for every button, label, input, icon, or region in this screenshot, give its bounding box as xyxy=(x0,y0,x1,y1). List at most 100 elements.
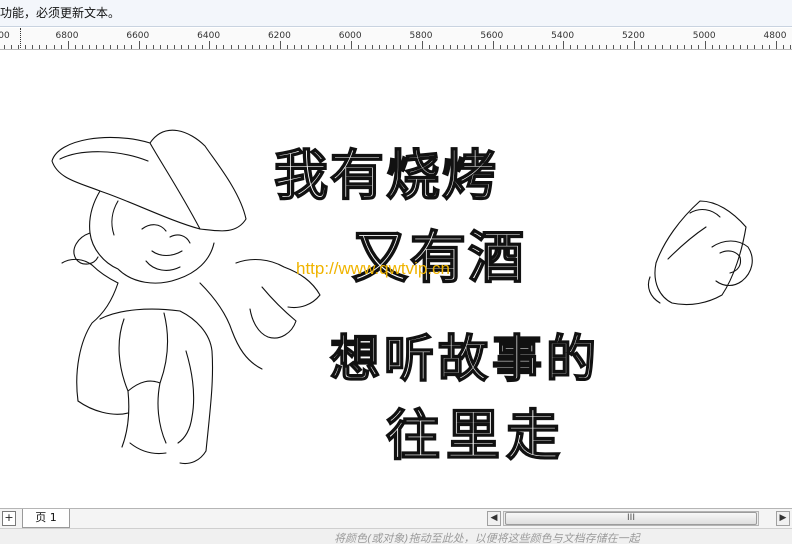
ruler-label: 5400 xyxy=(551,31,575,41)
ruler-tick xyxy=(393,45,395,49)
ruler-tick xyxy=(782,45,784,49)
ruler-tick xyxy=(563,41,565,49)
scroll-right-arrow-icon[interactable]: ▶ xyxy=(776,511,790,526)
ruler-tick xyxy=(542,45,544,49)
ruler-tick xyxy=(350,41,352,49)
ruler-tick xyxy=(110,45,112,49)
ruler-tick xyxy=(81,45,83,49)
ruler-tick xyxy=(641,45,643,49)
notice-text: 功能，必须更新文本。 xyxy=(0,6,121,20)
ruler-tick xyxy=(315,45,317,49)
ruler-tick xyxy=(407,45,409,49)
ruler-tick xyxy=(442,45,444,49)
ruler-tick xyxy=(39,45,41,49)
ruler-tick xyxy=(258,45,260,49)
page-tab-bar: + 页 1 ◀ III ▶ xyxy=(0,508,792,528)
ruler-tick xyxy=(570,45,572,49)
ruler-tick xyxy=(223,45,225,49)
ruler-tick xyxy=(294,45,296,49)
page-tab-1[interactable]: 页 1 xyxy=(22,509,70,528)
ruler-tick xyxy=(414,45,416,49)
ruler-tick xyxy=(712,45,713,49)
ruler-tick xyxy=(428,45,430,49)
ruler-tick xyxy=(138,41,140,49)
ruler-label: 00 xyxy=(0,31,10,41)
poster-line-1: 我有烧烤 xyxy=(273,143,498,208)
ruler-tick xyxy=(747,45,749,49)
ruler-tick xyxy=(308,45,310,49)
ruler-tick xyxy=(173,45,175,49)
ruler-tick xyxy=(577,45,579,49)
ruler-tick xyxy=(131,45,133,49)
ruler-tick xyxy=(683,45,685,49)
ruler-tick xyxy=(612,45,614,49)
ruler-tick xyxy=(492,41,494,49)
ruler-tick xyxy=(485,45,487,49)
ruler-tick xyxy=(11,45,13,49)
ruler-tick xyxy=(244,45,246,49)
ruler-tick xyxy=(96,45,98,49)
color-drop-hint[interactable]: 将颜色(或对象)拖动至此处，以便将这些颜色与文档存储在一起 xyxy=(334,530,640,544)
ruler-tick xyxy=(535,45,536,49)
ruler-tick xyxy=(273,45,275,49)
ruler-tick xyxy=(280,41,282,49)
ruler-tick xyxy=(520,45,522,49)
ruler-tick xyxy=(549,45,551,49)
ruler-tick xyxy=(74,45,76,49)
ruler-tick xyxy=(251,45,253,49)
ruler-tick xyxy=(584,45,586,49)
ruler-label: 6600 xyxy=(126,31,150,41)
ruler-tick xyxy=(478,45,480,49)
ruler-label: 4800 xyxy=(763,31,787,41)
scroll-left-arrow-icon[interactable]: ◀ xyxy=(487,511,501,526)
ruler-tick xyxy=(166,45,168,49)
ruler-tick xyxy=(768,45,770,49)
poster-line-4: 往里走 xyxy=(385,403,566,468)
ruler-tick xyxy=(676,45,678,49)
beer-mug-illustration xyxy=(647,200,753,306)
ruler-tick xyxy=(761,45,763,49)
watermark-url: http://www.qwtvip.cn xyxy=(296,259,451,278)
ruler-tick xyxy=(386,45,388,49)
ruler-tick xyxy=(513,45,515,49)
ruler-tick xyxy=(329,45,331,49)
ruler-label: 5800 xyxy=(409,31,433,41)
ruler-origin-marker[interactable] xyxy=(20,28,21,49)
ruler-label: 6400 xyxy=(197,31,221,41)
ruler-tick xyxy=(336,45,338,49)
ruler-tick xyxy=(301,45,303,49)
drawing-app-window: 功能，必须更新文本。 00 6800 6600 6400 6200 6000 5800 560… xyxy=(0,0,792,544)
ruler-tick xyxy=(662,45,664,49)
ruler-tick xyxy=(4,45,5,49)
ruler-tick xyxy=(719,45,721,49)
ruler-tick xyxy=(188,45,190,49)
ruler-tick xyxy=(435,45,437,49)
ruler-label: 5000 xyxy=(692,31,716,41)
ruler-tick xyxy=(372,45,374,49)
drawing-canvas[interactable]: 我有烧烤 又有酒 想听故事的 往里走 http://www.qwtvip.cn xyxy=(0,51,792,508)
ruler-tick xyxy=(627,45,629,49)
ruler-tick xyxy=(754,45,756,49)
ruler-tick xyxy=(322,45,324,49)
ruler-tick xyxy=(25,45,27,49)
ruler-tick xyxy=(591,45,593,49)
ruler-tick xyxy=(67,41,69,49)
ruler-tick xyxy=(287,45,289,49)
ruler-tick xyxy=(181,45,182,49)
poster-line-3: 想听故事的 xyxy=(329,329,600,389)
ruler-tick xyxy=(726,45,728,49)
status-bar: 将颜色(或对象)拖动至此处，以便将这些颜色与文档存储在一起 xyxy=(0,528,792,544)
ruler-tick xyxy=(506,45,508,49)
ruler-tick xyxy=(209,41,211,49)
ruler-label: 6800 xyxy=(55,31,79,41)
ruler-label: 6000 xyxy=(338,31,362,41)
horizontal-scrollbar-thumb[interactable]: III xyxy=(505,512,757,525)
add-page-icon[interactable]: + xyxy=(2,511,16,526)
ruler-tick xyxy=(499,45,501,49)
ruler-tick xyxy=(265,45,267,49)
ruler-tick xyxy=(789,45,791,49)
ruler-tick xyxy=(697,45,699,49)
ruler-tick xyxy=(457,45,459,49)
horizontal-ruler[interactable]: 00 6800 6600 6400 6200 6000 5800 5600 5400 5200 50… xyxy=(0,28,792,50)
ruler-tick xyxy=(103,45,105,49)
